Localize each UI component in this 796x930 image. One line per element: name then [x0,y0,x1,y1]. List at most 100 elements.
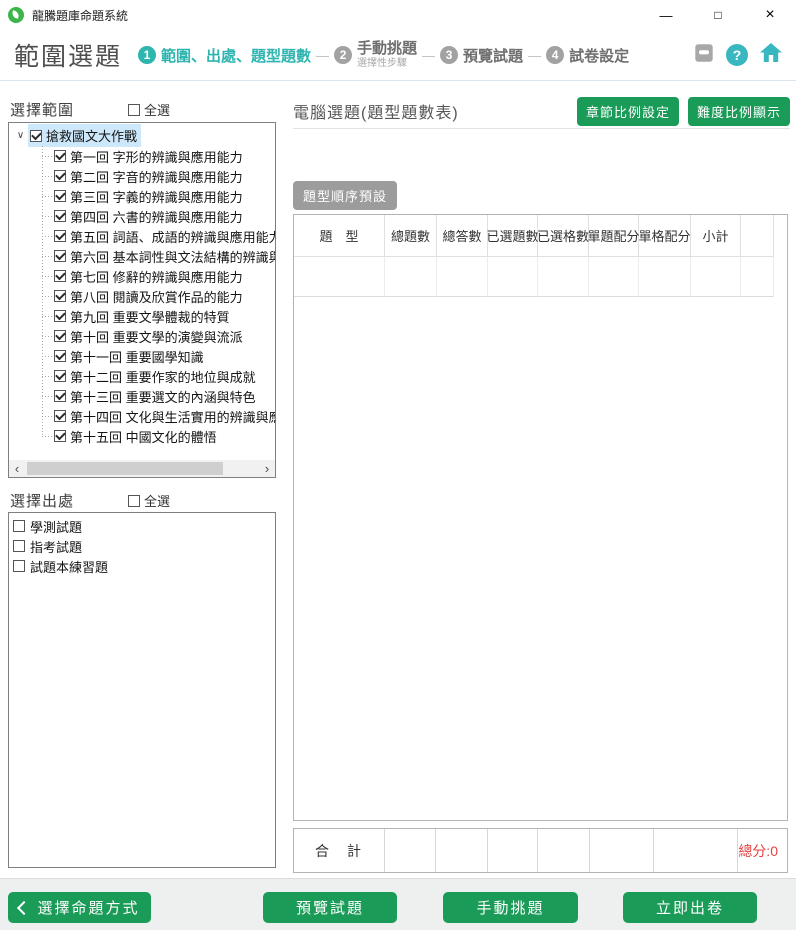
table-cell [691,257,741,297]
total-label: 合 計 [294,841,384,861]
source-item[interactable]: 試題本練習題 [9,556,275,576]
tree-children: 第一回 字形的辨識與應用能力 第二回 字音的辨識與應用能力 第三回 字義的辨識與… [42,146,275,446]
generate-paper-button[interactable]: 立即出卷 [623,892,757,923]
maximize-button[interactable]: □ [692,0,744,30]
step-separator: — [316,48,329,63]
tree-item[interactable]: 第四回 六書的辨識與應用能力 [42,206,275,226]
table-cell [589,257,639,297]
column-header [741,215,774,257]
source-item-checkbox[interactable] [13,560,25,572]
tree-item-checkbox[interactable] [54,290,66,302]
chapter-ratio-button[interactable]: 章節比例設定 [577,97,679,126]
tree-item-checkbox[interactable] [54,170,66,182]
scroll-right-icon[interactable]: › [259,460,275,477]
tree-item-checkbox[interactable] [54,410,66,422]
tree-item[interactable]: 第五回 詞語、成語的辨識與應用能力 [42,226,275,246]
tree-item-checkbox[interactable] [54,190,66,202]
column-header: 題 型 [294,215,385,257]
tree-item-checkbox[interactable] [54,150,66,162]
tree-item-checkbox[interactable] [54,210,66,222]
help-icon[interactable]: ? [726,44,748,66]
tree-item-label: 第九回 重要文學體裁的特質 [70,307,230,326]
tree-item-checkbox[interactable] [54,390,66,402]
tree-item[interactable]: 第六回 基本詞性與文法結構的辨識與 [42,246,275,266]
back-button-label: 選擇命題方式 [37,897,139,918]
close-button[interactable]: × [744,0,796,30]
horizontal-scrollbar[interactable]: ‹ › [9,460,275,477]
source-item[interactable]: 學測試題 [9,516,275,536]
page-title: 範圍選題 [14,37,122,73]
total-label-cell: 合 計 [294,829,385,872]
scroll-left-icon[interactable]: ‹ [9,460,25,477]
step-1-label: 範圍、出處、題型題數 [161,45,311,66]
column-header: 總題數 [385,215,437,257]
source-select-all[interactable]: 全選 [128,491,170,510]
tree-item[interactable]: 第十回 重要文學的演變與流派 [42,326,275,346]
home-icon[interactable] [759,41,783,69]
total-cell [590,829,654,872]
tree-root-label: 搶救國文大作戰 [46,126,137,145]
source-select-all-checkbox[interactable] [128,495,140,507]
step-1-number: 1 [138,46,156,64]
step-separator: — [528,48,541,63]
tree-item-checkbox[interactable] [54,250,66,262]
step-2-manual-pick[interactable]: 2 手動挑題 選擇性步驟 [334,41,417,69]
step-4-number: 4 [546,46,564,64]
minimize-button[interactable]: — [640,0,692,30]
source-item-checkbox[interactable] [13,520,25,532]
column-header: 總答數 [437,215,488,257]
tree-collapse-icon[interactable]: ∨ [13,130,28,141]
source-item-label: 指考試題 [30,537,82,556]
source-section-title: 選擇出處 [10,490,128,511]
tree-item[interactable]: 第十一回 重要國學知識 [42,346,275,366]
tree-item[interactable]: 第十三回 重要選文的內涵與特色 [42,386,275,406]
source-item[interactable]: 指考試題 [9,536,275,556]
total-cell [436,829,488,872]
tree-item-label: 第四回 六書的辨識與應用能力 [70,207,243,226]
save-icon[interactable] [693,42,715,69]
tree-root-checkbox[interactable] [30,130,42,142]
tree-item[interactable]: 第一回 字形的辨識與應用能力 [42,146,275,166]
tree-item-label: 第八回 閱讀及欣賞作品的能力 [70,287,243,306]
range-select-all-checkbox[interactable] [128,104,140,116]
scrollbar-thumb[interactable] [27,462,223,475]
window-title: 龍騰題庫命題系統 [32,7,128,24]
tree-item[interactable]: 第八回 閱讀及欣賞作品的能力 [42,286,275,306]
tree-item[interactable]: 第二回 字音的辨識與應用能力 [42,166,275,186]
tree-item-checkbox[interactable] [54,310,66,322]
step-4-paper-settings[interactable]: 4 試卷設定 [546,45,629,66]
step-1-range[interactable]: 1 範圍、出處、題型題數 [138,45,311,66]
tree-item-checkbox[interactable] [54,430,66,442]
tree-item[interactable]: 第三回 字義的辨識與應用能力 [42,186,275,206]
range-select-all[interactable]: 全選 [128,100,170,119]
tree-item[interactable]: 第九回 重要文學體裁的特質 [42,306,275,326]
source-list: 學測試題 指考試題 試題本練習題 [8,512,276,868]
tree-item[interactable]: 第十五回 中國文化的體悟 [42,426,275,446]
tree-item[interactable]: 第七回 修辭的辨識與應用能力 [42,266,275,286]
step-3-preview[interactable]: 3 預覽試題 [440,45,523,66]
column-header: 小計 [691,215,741,257]
tree-item-label: 第一回 字形的辨識與應用能力 [70,147,243,166]
table-cell [437,257,488,297]
tree-item-checkbox[interactable] [54,270,66,282]
total-score-label: 總分:0 [738,841,778,861]
back-to-method-button[interactable]: 選擇命題方式 [8,892,151,923]
main-divider [293,128,790,129]
tree-root-row[interactable]: ∨ 搶救國文大作戰 [9,125,275,146]
tree-item-checkbox[interactable] [54,330,66,342]
tree-item-checkbox[interactable] [54,370,66,382]
tree-root-selected[interactable]: 搶救國文大作戰 [28,124,141,147]
step-4-label: 試卷設定 [569,45,629,66]
tree-item-checkbox[interactable] [54,230,66,242]
source-select-all-label: 全選 [144,491,170,510]
preview-questions-button[interactable]: 預覽試題 [263,892,397,923]
question-order-preset-button[interactable]: 題型順序預設 [293,181,397,210]
tree-item-checkbox[interactable] [54,350,66,362]
source-section-header: 選擇出處 全選 [10,490,276,511]
tree-item[interactable]: 第十四回 文化與生活實用的辨識與應 [42,406,275,426]
step-2-number: 2 [334,46,352,64]
manual-pick-button[interactable]: 手動挑題 [443,892,578,923]
source-item-checkbox[interactable] [13,540,25,552]
tree-item[interactable]: 第十二回 重要作家的地位與成就 [42,366,275,386]
difficulty-ratio-button[interactable]: 難度比例顯示 [688,97,790,126]
